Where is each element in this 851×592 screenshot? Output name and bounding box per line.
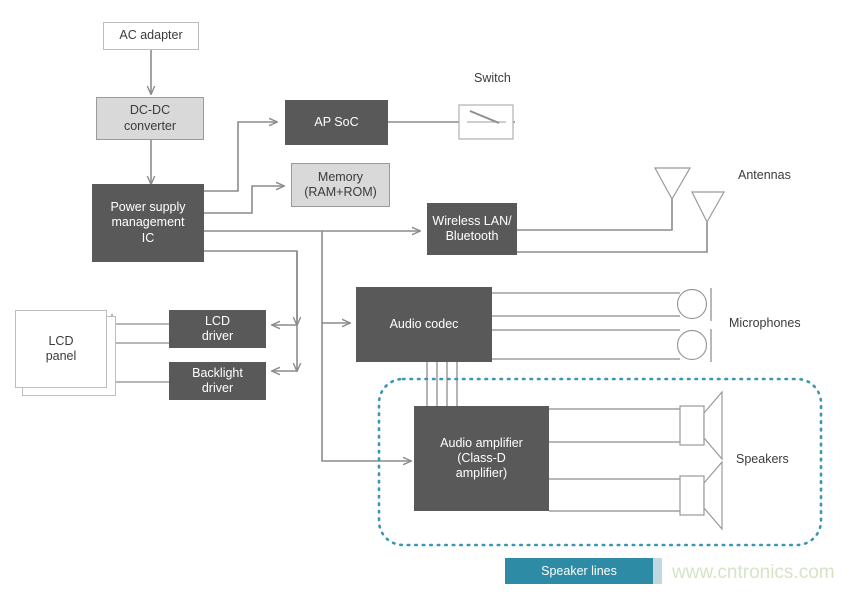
block-wireless-lan-bluetooth[interactable]: Wireless LAN/ Bluetooth [427, 203, 517, 255]
block-ac-adapter-label: AC adapter [119, 28, 183, 43]
label-microphones-text: Microphones [729, 316, 801, 330]
speaker-icon-2-body [679, 475, 705, 516]
watermark-text: www.cntronics.com [672, 562, 835, 583]
block-backlight-driver[interactable]: Backlight driver [169, 362, 266, 400]
block-wireless-lan-bluetooth-label: Wireless LAN/ Bluetooth [432, 213, 512, 243]
block-dc-dc-converter-label: DC-DC converter [123, 103, 177, 133]
block-backlight-driver-label: Backlight driver [192, 365, 243, 395]
block-lcd-panel-label: LCD panel [45, 333, 77, 363]
block-lcd-driver[interactable]: LCD driver [169, 310, 266, 348]
speaker-icon-1-cone [703, 390, 723, 461]
block-audio-amplifier-label: Audio amplifier (Class-D amplifier) [440, 435, 523, 481]
block-diagram-canvas: AC adapter DC-DC converter Power supply … [0, 0, 851, 592]
antenna-icon-2 [691, 191, 726, 224]
block-ac-adapter[interactable]: AC adapter [103, 22, 199, 50]
speaker-icon-2-cone [703, 460, 723, 531]
watermark: www.cntronics.com [672, 562, 835, 584]
block-power-supply-management-ic-label: Power supply management IC [110, 200, 186, 245]
antenna-icon-1 [653, 167, 692, 201]
block-ap-soc-label: AP SoC [314, 114, 359, 129]
block-ap-soc[interactable]: AP SoC [285, 100, 388, 145]
block-memory-label: Memory (RAM+ROM) [304, 169, 377, 199]
block-lcd-driver-label: LCD driver [201, 313, 234, 343]
legend-speaker-lines[interactable]: Speaker lines [505, 558, 653, 584]
line-wlan-to-antenna2 [517, 222, 708, 253]
line-pmic-to-memory [203, 186, 284, 214]
line-pmic-to-apsoc [203, 122, 277, 192]
label-speakers: Speakers [736, 452, 789, 466]
label-antennas: Antennas [738, 168, 791, 182]
label-speakers-text: Speakers [736, 452, 789, 466]
legend-speaker-lines-tail [653, 558, 662, 584]
block-memory[interactable]: Memory (RAM+ROM) [291, 163, 390, 207]
block-dc-dc-converter[interactable]: DC-DC converter [96, 97, 204, 140]
speaker-icon-1-body [679, 405, 705, 446]
microphone-icon-2 [676, 329, 708, 361]
block-audio-amplifier[interactable]: Audio amplifier (Class-D amplifier) [414, 406, 549, 511]
block-power-supply-management-ic[interactable]: Power supply management IC [92, 184, 204, 262]
label-switch: Switch [474, 71, 511, 85]
line-wlan-to-antenna1 [517, 199, 673, 231]
block-audio-codec-label: Audio codec [389, 316, 459, 331]
label-switch-text: Switch [474, 71, 511, 85]
block-audio-codec[interactable]: Audio codec [356, 287, 492, 362]
block-lcd-panel[interactable]: LCD panel [15, 310, 107, 388]
legend-speaker-lines-label: Speaker lines [541, 564, 617, 578]
label-microphones: Microphones [729, 316, 801, 330]
label-antennas-text: Antennas [738, 168, 791, 182]
microphone-icon-1 [676, 288, 708, 320]
